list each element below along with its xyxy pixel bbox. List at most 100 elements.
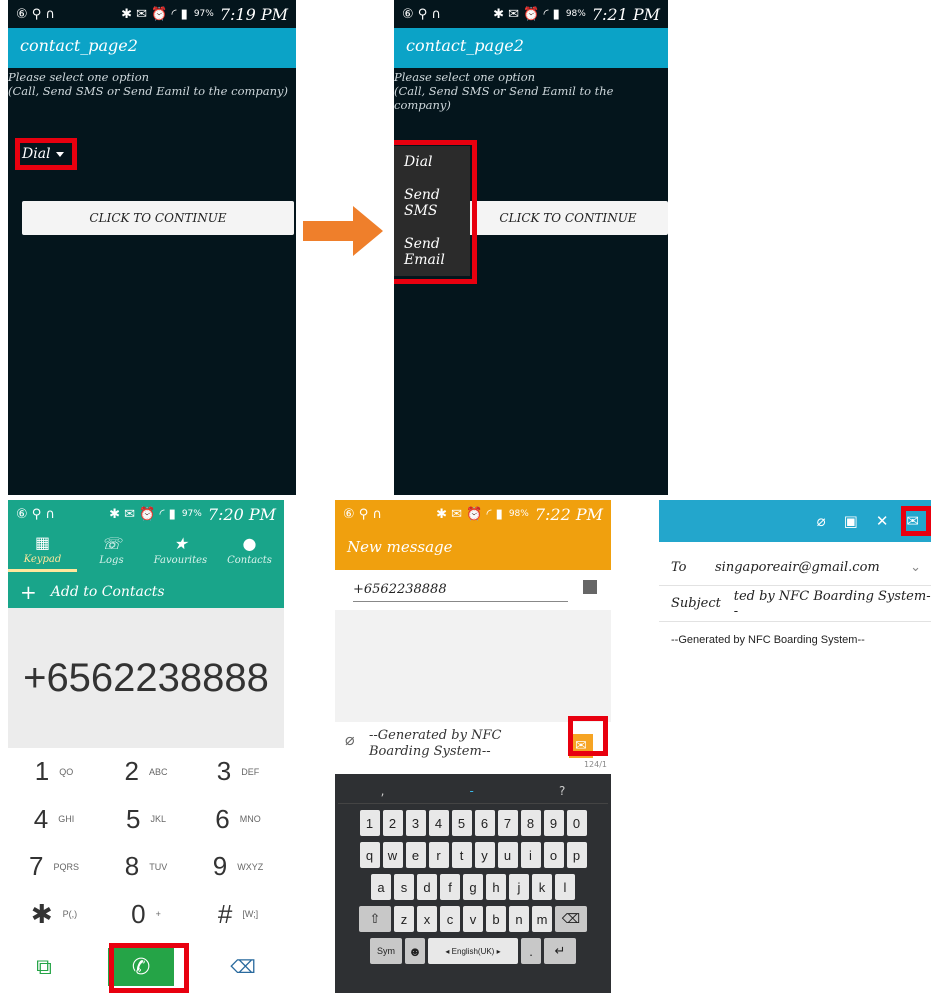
key-m[interactable]: m xyxy=(532,906,552,932)
key-n[interactable]: n xyxy=(509,906,529,932)
key-2[interactable]: 2 xyxy=(382,810,403,836)
person-icon: ● xyxy=(242,534,257,553)
key-g[interactable]: g xyxy=(463,874,483,900)
email-body[interactable]: --Generated by NFC Boarding System-- xyxy=(671,634,865,646)
key-k[interactable]: k xyxy=(532,874,552,900)
key-b[interactable]: b xyxy=(486,906,506,932)
key-r[interactable]: r xyxy=(428,842,449,868)
key-u[interactable]: u xyxy=(497,842,518,868)
key-y[interactable]: y xyxy=(474,842,495,868)
dialed-number: +6562238888 xyxy=(8,608,284,748)
key-digit: 5 xyxy=(126,803,141,834)
shift-key[interactable]: ⇧ xyxy=(359,906,391,932)
key-d[interactable]: d xyxy=(417,874,437,900)
key-8[interactable]: 8 xyxy=(520,810,541,836)
key-s[interactable]: s xyxy=(394,874,414,900)
space-key[interactable]: ◂ English(UK) ▸ xyxy=(428,938,518,964)
enter-key[interactable]: ↵ xyxy=(544,938,576,964)
key-t[interactable]: t xyxy=(451,842,472,868)
suggestion[interactable]: , xyxy=(381,784,385,798)
key-9[interactable]: 9 xyxy=(543,810,564,836)
key-z[interactable]: z xyxy=(394,906,414,932)
keyboard-row-a: asdfghjkl xyxy=(338,874,608,900)
key-h[interactable]: h xyxy=(486,874,506,900)
close-icon[interactable]: ✕ xyxy=(876,512,889,530)
key-v[interactable]: v xyxy=(463,906,483,932)
key-1[interactable]: 1 QO xyxy=(8,748,100,796)
key-hash[interactable]: # [W;] xyxy=(192,891,284,939)
key-2[interactable]: 2 ABC xyxy=(100,748,192,796)
key-4[interactable]: 4 xyxy=(428,810,449,836)
key-x[interactable]: x xyxy=(417,906,437,932)
video-call-icon[interactable]: ⧉ xyxy=(36,955,52,980)
key-0[interactable]: 0 xyxy=(566,810,587,836)
key-letters: DEF xyxy=(241,766,260,777)
status-icons-right: ✱ ✉ ⏰ ◜ ▮ xyxy=(109,506,176,522)
key-1[interactable]: 1 xyxy=(359,810,380,836)
status-bar: ⑥ ⚲ ∩ ✱ ✉ ⏰ ◜ ▮ 98% 7:22 PM xyxy=(335,500,611,528)
status-icons-left: ⑥ ⚲ ∩ xyxy=(16,6,55,22)
key-c[interactable]: c xyxy=(440,906,460,932)
prompt-line1: Please select one option xyxy=(394,70,536,84)
key-digit: 8 xyxy=(124,851,140,882)
key-o[interactable]: o xyxy=(543,842,564,868)
key-p[interactable]: p xyxy=(566,842,587,868)
period-key[interactable]: . xyxy=(521,938,541,964)
subject-input[interactable]: ted by NFC Boarding System-- xyxy=(734,589,931,619)
key-e[interactable]: e xyxy=(405,842,426,868)
message-input[interactable]: --Generated by NFC Boarding System-- xyxy=(369,728,501,760)
key-5[interactable]: 5 xyxy=(451,810,472,836)
key-5[interactable]: 5 JKL xyxy=(100,796,192,844)
key-i[interactable]: i xyxy=(520,842,541,868)
to-input[interactable]: singaporeair@gmail.com xyxy=(715,560,880,575)
key-star[interactable]: ✱ P(,) xyxy=(8,891,100,939)
star-icon: ★ xyxy=(173,534,188,553)
key-l[interactable]: l xyxy=(555,874,575,900)
key-f[interactable]: f xyxy=(440,874,460,900)
suggestion[interactable]: ? xyxy=(559,784,565,798)
emoji-key[interactable]: ☻ xyxy=(405,938,425,964)
contact-picker-icon[interactable] xyxy=(583,580,597,594)
continue-button[interactable]: CLICK TO CONTINUE xyxy=(22,201,294,235)
add-to-contacts-button[interactable]: + Add to Contacts xyxy=(20,580,165,604)
key-6[interactable]: 6 xyxy=(474,810,495,836)
key-4[interactable]: 4 GHI xyxy=(8,796,100,844)
keyboard-row-bottom: Sym ☻ ◂ English(UK) ▸ . ↵ xyxy=(338,938,608,964)
tab-keypad[interactable]: ▦ Keypad xyxy=(8,528,77,572)
keyboard: , - ? 1234567890 qwertyuiop asdfghjkl ⇧ … xyxy=(335,774,611,993)
key-digit: 0 xyxy=(131,898,146,929)
key-0[interactable]: 0 + xyxy=(100,891,192,939)
attach-icon[interactable]: ⌀ xyxy=(817,512,826,530)
key-8[interactable]: 8 TUV xyxy=(100,843,192,891)
continue-button[interactable]: CLICK TO CONTINUE xyxy=(468,201,668,235)
key-9[interactable]: 9 WXYZ xyxy=(192,843,284,891)
recipient-input[interactable]: +6562238888 xyxy=(353,582,568,602)
key-7[interactable]: 7 PQRS xyxy=(8,843,100,891)
attach-icon[interactable]: ⌀ xyxy=(345,730,355,749)
tab-contacts[interactable]: ● Contacts xyxy=(215,528,284,572)
screen-new-message: ⑥ ⚲ ∩ ✱ ✉ ⏰ ◜ ▮ 98% 7:22 PM New message … xyxy=(335,500,611,993)
key-a[interactable]: a xyxy=(371,874,391,900)
key-6[interactable]: 6 MNO xyxy=(192,796,284,844)
key-letters: PQRS xyxy=(53,861,79,872)
chevron-down-icon[interactable]: ⌄ xyxy=(910,560,921,575)
suggestion[interactable]: - xyxy=(470,784,474,798)
key-3[interactable]: 3 DEF xyxy=(192,748,284,796)
battery-text: 98% xyxy=(565,9,586,19)
key-j[interactable]: j xyxy=(509,874,529,900)
key-w[interactable]: w xyxy=(382,842,403,868)
sym-key[interactable]: Sym xyxy=(370,938,402,964)
tab-favourites[interactable]: ★ Favourites xyxy=(146,528,215,572)
status-time: 7:22 PM xyxy=(534,504,603,524)
key-7[interactable]: 7 xyxy=(497,810,518,836)
status-time: 7:20 PM xyxy=(207,504,276,524)
key-letters: TUV xyxy=(149,861,168,872)
backspace-icon[interactable]: ⌫ xyxy=(230,957,255,978)
key-3[interactable]: 3 xyxy=(405,810,426,836)
tab-logs[interactable]: ☏ Logs xyxy=(77,528,146,572)
delete-key[interactable]: ⌫ xyxy=(555,906,587,932)
to-row: To singaporeair@gmail.com ⌄ xyxy=(659,550,931,586)
enter-icon: ↵ xyxy=(554,943,566,958)
key-q[interactable]: q xyxy=(359,842,380,868)
save-icon[interactable]: ▣ xyxy=(844,512,858,530)
